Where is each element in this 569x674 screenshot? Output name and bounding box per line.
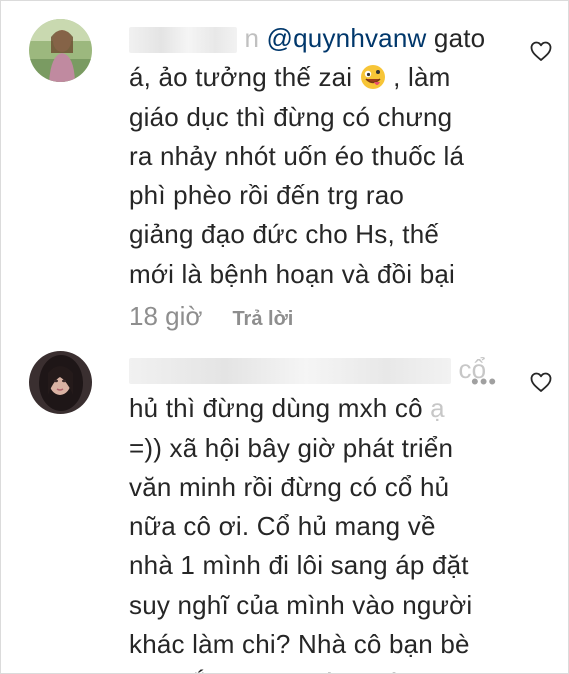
comment-line: mới là bệnh hoạn và đồi bại [129, 258, 455, 289]
comment-line: nhà 1 mình đi lôi sang áp đặt [129, 550, 469, 581]
avatar[interactable] [29, 351, 92, 414]
heart-outline-icon[interactable] [529, 370, 553, 394]
heart-outline-icon[interactable] [529, 39, 553, 63]
mention-link[interactable]: @quynhvanw [267, 23, 427, 53]
comment-line: suy nghĩ của mình vào người [129, 589, 473, 620]
comment-text: cổ hủ thì đừng dùng mxh cô ạ =)) xã hội … [129, 350, 529, 673]
comment-line: á, ảo tưởng thế zai , làm [129, 58, 529, 97]
redacted-username [129, 27, 237, 54]
timestamp: 18 giờ [129, 301, 203, 331]
comment-line: hủ thì đừng dùng mxh cô ạ [129, 389, 529, 428]
comment-line-text: hủ thì đừng dùng mxh cô [129, 393, 423, 424]
faded-text: ạ [422, 393, 445, 424]
comments-panel: n @quynhvanw gato á, ảo tưởng thế zai , … [0, 0, 569, 674]
comment-line: giảng đạo đức cho Hs, thế [129, 219, 440, 250]
username-tail: n [244, 23, 260, 53]
comment-line: phì phèo rồi đến trg rao [129, 180, 405, 211]
comment-text: n @quynhvanw gato á, ảo tưởng thế zai , … [129, 19, 529, 294]
comment-line: nữa cô ơi. Cổ hủ mang về [129, 511, 436, 542]
reply-button[interactable]: Trả lời [232, 308, 293, 331]
comment-line: cô chắc không có ai hút [129, 664, 529, 673]
comment-line: giáo dục thì đừng có chưng [129, 101, 453, 132]
comment-line: n @quynhvanw gato [129, 19, 529, 58]
zany-face-emoji-icon [360, 62, 386, 90]
comment-line-text: gato [426, 23, 486, 53]
redacted-username [129, 358, 451, 385]
comment-line: ra nhảy nhót uốn éo thuốc lá [129, 140, 465, 171]
comment-line: =)) xã hội bây giờ phát triển [129, 432, 454, 463]
comment-line: khác làm chi? Nhà cô bạn bè [129, 629, 470, 660]
comment-line: cổ [129, 350, 529, 389]
avatar[interactable] [29, 19, 92, 82]
comment-line-text: , làm [385, 62, 451, 93]
more-options-icon[interactable]: ••• [471, 369, 497, 395]
comment-meta: 18 giờ Trả lời [129, 301, 293, 332]
comment-line-text: á, ảo tưởng thế zai [129, 62, 353, 93]
comment-line: văn minh rồi đừng có cổ hủ [129, 471, 450, 502]
